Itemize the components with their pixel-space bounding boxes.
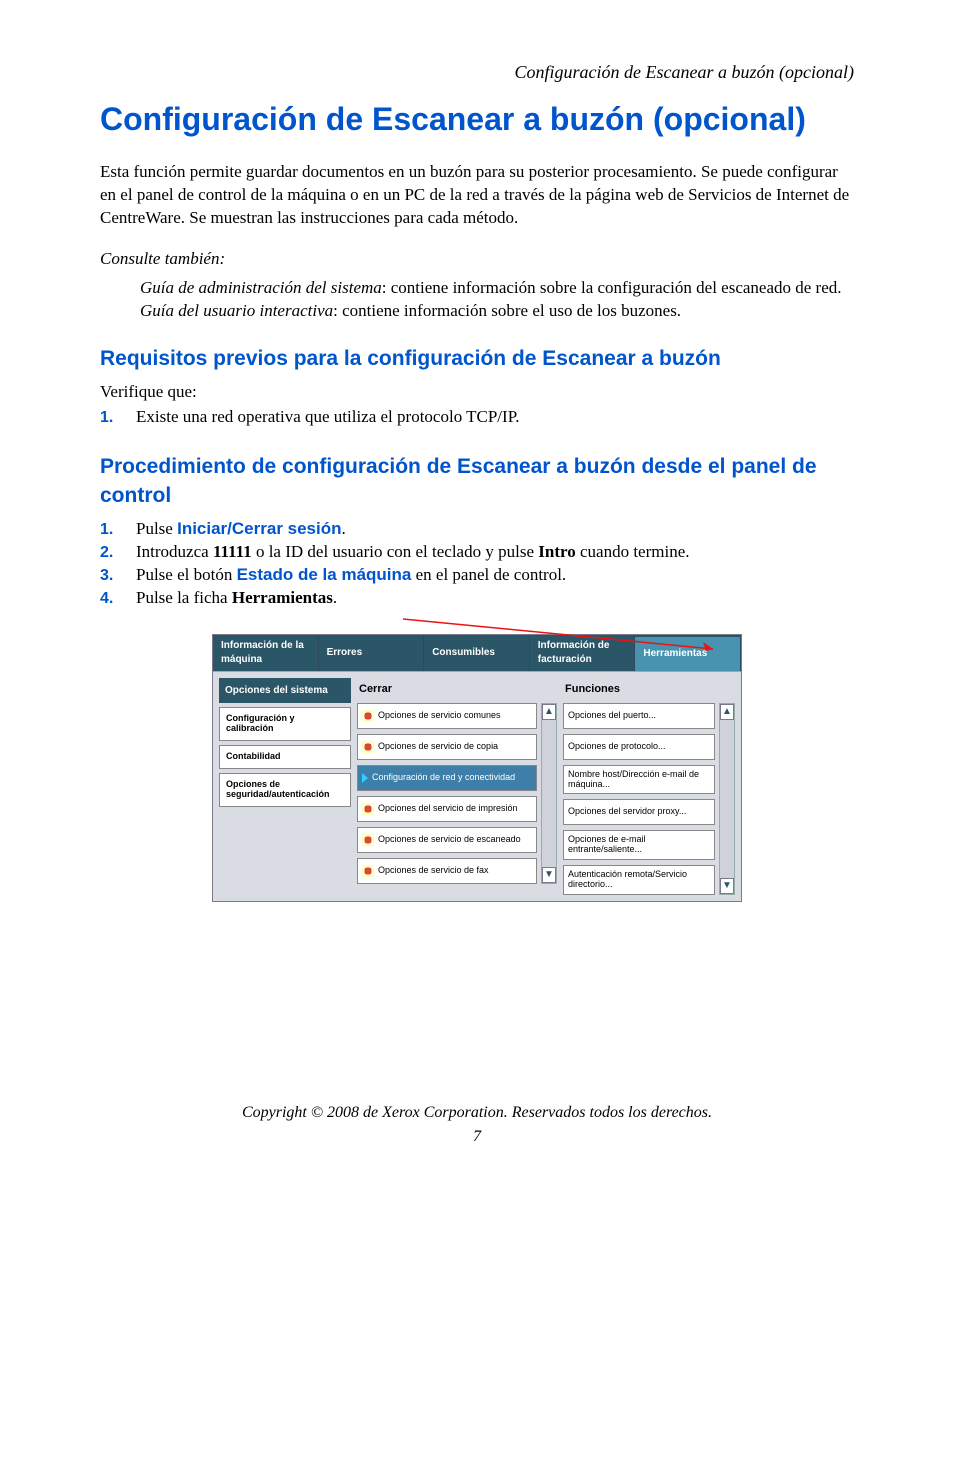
page-number: 7: [100, 1126, 854, 1148]
procedure-list: 1. Pulse Iniciar/Cerrar sesión. 2. Intro…: [100, 518, 854, 610]
reference-1-desc: : contiene información sobre la configur…: [382, 278, 842, 297]
fn-auth[interactable]: Autenticación remota/Servicio directorio…: [563, 865, 715, 895]
list-item: 3. Pulse el botón Estado de la máquina e…: [100, 564, 854, 587]
fn-email[interactable]: Opciones de e-mail entrante/saliente...: [563, 830, 715, 860]
fn-hostname[interactable]: Nombre host/Dirección e-mail de máquina.…: [563, 765, 715, 795]
opt-print[interactable]: Opciones del servicio de impresión: [357, 796, 537, 822]
gear-icon: [362, 741, 374, 753]
function-list: Opciones del puerto... Opciones de proto…: [563, 703, 715, 895]
opt-copy[interactable]: Opciones de servicio de copia: [357, 734, 537, 760]
gear-icon: [362, 865, 374, 877]
list-text: Pulse la ficha Herramientas.: [136, 587, 854, 610]
references-block: Guía de administración del sistema: cont…: [140, 277, 854, 323]
reference-2-title: Guía del usuario interactiva: [140, 301, 333, 320]
scrollbar-left[interactable]: ▲ ▼: [541, 703, 557, 884]
tab-tools[interactable]: Herramientas: [635, 635, 741, 671]
center-column: Cerrar Opciones de servicio comunes Opci…: [357, 678, 557, 895]
verify-label: Verifique que:: [100, 381, 854, 404]
tab-billing[interactable]: Información de facturación: [530, 635, 636, 671]
list-text: Existe una red operativa que utiliza el …: [136, 406, 854, 429]
gear-icon: [362, 803, 374, 815]
gear-icon: [362, 710, 374, 722]
list-number: 2.: [100, 542, 136, 564]
list-number: 3.: [100, 565, 136, 587]
sidebar-item-accounting[interactable]: Contabilidad: [219, 745, 351, 769]
fn-port[interactable]: Opciones del puerto...: [563, 703, 715, 729]
opt-fax[interactable]: Opciones de servicio de fax: [357, 858, 537, 884]
opt-scan[interactable]: Opciones de servicio de escaneado: [357, 827, 537, 853]
list-item: 1. Pulse Iniciar/Cerrar sesión.: [100, 518, 854, 541]
fn-proxy[interactable]: Opciones del servidor proxy...: [563, 799, 715, 825]
scroll-down-icon[interactable]: ▼: [542, 867, 556, 883]
scrollbar-right[interactable]: ▲ ▼: [719, 703, 735, 895]
scroll-up-icon[interactable]: ▲: [720, 704, 734, 720]
scroll-up-icon[interactable]: ▲: [542, 704, 556, 720]
opt-common[interactable]: Opciones de servicio comunes: [357, 703, 537, 729]
reference-1-title: Guía de administración del sistema: [140, 278, 382, 297]
section-prereq-title: Requisitos previos para la configuración…: [100, 345, 854, 373]
reference-1: Guía de administración del sistema: cont…: [140, 277, 854, 300]
right-column: Funciones Opciones del puerto... Opcione…: [563, 678, 735, 895]
tab-bar: Información de la máquina Errores Consum…: [213, 635, 741, 671]
list-number: 1.: [100, 519, 136, 541]
section-procedure-title: Procedimiento de configuración de Escane…: [100, 453, 854, 510]
list-item: 4. Pulse la ficha Herramientas.: [100, 587, 854, 610]
intro-paragraph: Esta función permite guardar documentos …: [100, 161, 854, 230]
keyword-machine-status: Estado de la máquina: [237, 565, 412, 584]
list-number: 1.: [100, 407, 136, 429]
keyword-login: Iniciar/Cerrar sesión: [177, 519, 341, 538]
prereq-list: 1. Existe una red operativa que utiliza …: [100, 406, 854, 429]
gear-icon: [362, 834, 374, 846]
list-item: 1. Existe una red operativa que utiliza …: [100, 406, 854, 429]
list-item: 2. Introduzca 11111 o la ID del usuario …: [100, 541, 854, 564]
group-list: Opciones de servicio comunes Opciones de…: [357, 703, 537, 884]
tab-machine-info[interactable]: Información de la máquina: [213, 635, 319, 671]
figure-container: Información de la máquina Errores Consum…: [100, 634, 854, 902]
page-title: Configuración de Escanear a buzón (opcio…: [100, 98, 854, 141]
sidebar: Opciones del sistema Configuración y cal…: [219, 678, 351, 895]
running-header: Configuración de Escanear a buzón (opcio…: [100, 60, 854, 84]
keyword-user-id: 11111: [213, 542, 252, 561]
tab-errors[interactable]: Errores: [319, 635, 425, 671]
scroll-down-icon[interactable]: ▼: [720, 878, 734, 894]
see-also-label: Consulte también:: [100, 248, 854, 271]
sidebar-item-config[interactable]: Configuración y calibración: [219, 707, 351, 741]
fn-protocol[interactable]: Opciones de protocolo...: [563, 734, 715, 760]
reference-2: Guía del usuario interactiva: contiene i…: [140, 300, 854, 323]
list-text: Pulse el botón Estado de la máquina en e…: [136, 564, 854, 587]
sidebar-header: Opciones del sistema: [219, 678, 351, 704]
list-text: Pulse Iniciar/Cerrar sesión.: [136, 518, 854, 541]
sidebar-item-security[interactable]: Opciones de seguridad/autenticación: [219, 773, 351, 807]
list-text: Introduzca 11111 o la ID del usuario con…: [136, 541, 854, 564]
reference-2-desc: : contiene información sobre el uso de l…: [333, 301, 681, 320]
list-number: 4.: [100, 588, 136, 610]
close-label[interactable]: Cerrar: [357, 678, 557, 703]
keyword-tools: Herramientas: [232, 588, 333, 607]
arrow-right-icon: [362, 773, 368, 783]
tab-supplies[interactable]: Consumibles: [424, 635, 530, 671]
copyright: Copyright © 2008 de Xerox Corporation. R…: [100, 1102, 854, 1124]
functions-label: Funciones: [563, 678, 735, 703]
opt-network[interactable]: Configuración de red y conectividad: [357, 765, 537, 791]
keyword-enter: Intro: [538, 542, 575, 561]
panel-body: Opciones del sistema Configuración y cal…: [213, 671, 741, 901]
control-panel-screenshot: Información de la máquina Errores Consum…: [212, 634, 742, 902]
